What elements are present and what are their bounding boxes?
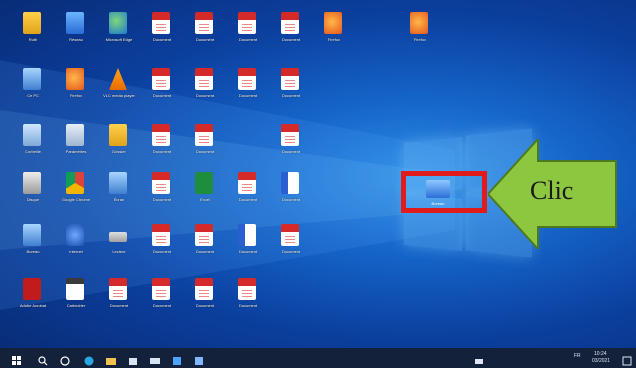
settings-icon	[66, 124, 84, 146]
taskbar: FR 10:24 03/2021	[0, 348, 636, 368]
pdf-document-icon	[195, 124, 213, 146]
pdf-document-icon	[195, 12, 213, 34]
pdf-document-icon	[238, 278, 256, 300]
app-taskbar-icon-2[interactable]	[194, 353, 204, 365]
desktop-shortcut[interactable]: Document	[223, 276, 273, 326]
calendar-icon	[66, 278, 84, 300]
drive-icon	[109, 232, 127, 242]
start-button[interactable]	[12, 353, 22, 365]
language-indicator[interactable]: FR	[574, 353, 581, 359]
highlight-box	[401, 171, 487, 213]
network-tray-icon[interactable]	[474, 353, 484, 364]
firefox-icon	[66, 68, 84, 90]
monitor-icon	[109, 172, 127, 194]
word-document-icon	[281, 172, 299, 194]
pdf-document-icon	[195, 278, 213, 300]
pdf-document-icon	[238, 172, 256, 194]
mail-icon[interactable]	[150, 353, 160, 364]
callout-label: Clic	[530, 176, 574, 205]
clock-date[interactable]: 03/2021	[592, 358, 610, 364]
edge-icon	[109, 12, 127, 34]
desktop-shortcut-label: Document	[281, 93, 301, 98]
desktop-shortcut[interactable]: Document	[266, 222, 316, 272]
pdf-document-icon	[109, 278, 127, 300]
desktop-shortcut[interactable]: Firefox	[395, 10, 445, 60]
file-explorer-icon[interactable]	[106, 353, 116, 365]
desktop-shortcut-label: Document	[195, 149, 215, 154]
firefox-icon	[410, 12, 428, 34]
desktop-shortcut[interactable]: Firefox	[309, 10, 359, 60]
desktop-shortcut-label: Document	[281, 149, 301, 154]
chrome-icon	[66, 172, 84, 194]
excel-icon	[195, 172, 213, 194]
store-icon[interactable]	[128, 353, 138, 365]
pdf-document-icon	[195, 224, 213, 246]
monitor-icon	[23, 224, 41, 246]
pdf-document-icon	[238, 68, 256, 90]
user-folder-icon	[23, 12, 41, 34]
pdf-document-icon	[152, 124, 170, 146]
pdf-document-icon	[281, 68, 299, 90]
desktop-shortcut-label: Firefox	[327, 37, 341, 42]
task-view-icon[interactable]	[60, 353, 70, 366]
pdf-document-icon	[195, 68, 213, 90]
app-taskbar-icon[interactable]	[172, 353, 182, 365]
firefox-icon	[324, 12, 342, 34]
pdf-document-icon	[281, 12, 299, 34]
pdf-document-icon	[281, 124, 299, 146]
desktop-shortcut[interactable]: Document	[266, 66, 316, 116]
desktop-shortcut[interactable]: Document	[266, 170, 316, 220]
desktop-shortcut-label: Document	[281, 249, 301, 254]
search-icon[interactable]	[38, 353, 48, 366]
desktop-shortcut[interactable]: Document	[180, 122, 230, 172]
network-icon	[66, 12, 84, 34]
pdf-document-icon	[152, 278, 170, 300]
pdf-document-icon	[238, 12, 256, 34]
pdf-document-icon	[152, 12, 170, 34]
recycle-bin-icon	[23, 124, 41, 146]
desktop-shortcut-label: Document	[281, 197, 301, 202]
desktop-shortcut-label: Firefox	[413, 37, 427, 42]
desktop-shortcut[interactable]: Document	[266, 122, 316, 172]
disk-icon	[23, 172, 41, 194]
notification-icon[interactable]	[622, 353, 632, 366]
vlc-icon	[109, 68, 127, 90]
acrobat-icon	[23, 278, 41, 300]
user-folder-icon	[109, 124, 127, 146]
desktop-shortcut-label: Document	[238, 303, 258, 308]
pdf-document-icon	[281, 224, 299, 246]
pdf-document-icon	[152, 224, 170, 246]
pdf-document-icon	[152, 68, 170, 90]
pdf-document-icon	[152, 172, 170, 194]
word-document-icon	[238, 224, 256, 246]
monitor-icon	[23, 68, 41, 90]
desktop-screen: Ruth Réseau Microsoft Edge Document Document…	[0, 0, 636, 368]
clock-time[interactable]: 10:24	[594, 351, 607, 357]
globe-icon	[66, 224, 84, 246]
edge-taskbar-icon[interactable]	[84, 353, 94, 366]
